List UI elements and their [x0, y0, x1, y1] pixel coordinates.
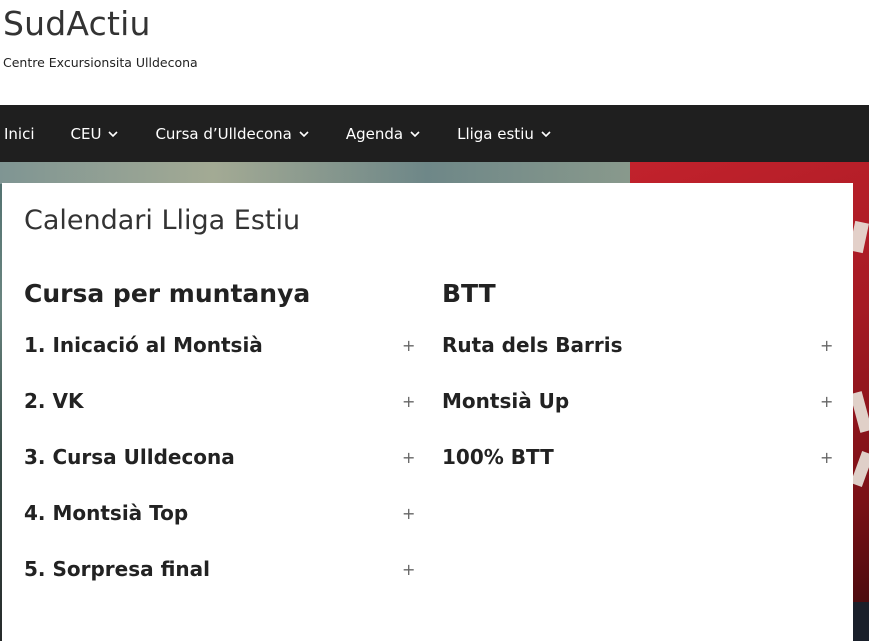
- nav-item-label: Agenda: [345, 124, 404, 143]
- plus-icon[interactable]: +: [402, 392, 415, 411]
- nav-item-label: Cursa d’Ulldecona: [155, 124, 292, 143]
- accordion-item[interactable]: 5. Sorpresa final +: [24, 541, 415, 597]
- accordion-list: Ruta dels Barris + Montsià Up + 100% BTT…: [442, 333, 833, 485]
- column-btt: BTT Ruta dels Barris + Montsià Up + 100%…: [442, 279, 833, 469]
- column-cursa-per-muntanya: Cursa per muntanya 1. Inicació al Montsi…: [24, 279, 415, 581]
- accordion-item[interactable]: 2. VK +: [24, 373, 415, 429]
- plus-icon[interactable]: +: [402, 504, 415, 523]
- accordion-item-label: Ruta dels Barris: [442, 333, 623, 357]
- plus-icon[interactable]: +: [820, 336, 833, 355]
- accordion-item-label: 5. Sorpresa final: [24, 557, 211, 581]
- accordion-item-label: 4. Montsià Top: [24, 501, 189, 525]
- accordion-item[interactable]: 100% BTT +: [442, 429, 833, 485]
- accordion-item[interactable]: Montsià Up +: [442, 373, 833, 429]
- plus-icon[interactable]: +: [402, 448, 415, 467]
- plus-icon[interactable]: +: [402, 560, 415, 579]
- accordion-item-label: 1. Inicació al Montsià: [24, 333, 263, 357]
- nav-item-label: Inici: [4, 124, 35, 143]
- accordion-item-label: Montsià Up: [442, 389, 570, 413]
- site-title[interactable]: SudActiu: [3, 4, 151, 43]
- main-nav: Inici CEU Cursa d’Ulldecona Agenda Lliga…: [0, 105, 869, 162]
- accordion-item[interactable]: 3. Cursa Ulldecona +: [24, 429, 415, 485]
- site-tagline: Centre Excursionsita Ulldecona: [3, 55, 198, 70]
- column-heading: BTT: [442, 279, 496, 308]
- plus-icon[interactable]: +: [820, 392, 833, 411]
- nav-item-cursa-ulldecona[interactable]: Cursa d’Ulldecona: [137, 105, 327, 162]
- site-header: SudActiu Centre Excursionsita Ulldecona: [0, 0, 869, 105]
- content-panel: Calendari Lliga Estiu Cursa per muntanya…: [2, 183, 853, 641]
- nav-item-label: Lliga estiu: [457, 124, 534, 143]
- nav-item-lliga-estiu[interactable]: Lliga estiu: [439, 105, 570, 162]
- plus-icon[interactable]: +: [402, 336, 415, 355]
- accordion-item-label: 100% BTT: [442, 445, 554, 469]
- nav-item-label: CEU: [70, 124, 102, 143]
- accordion-item[interactable]: Ruta dels Barris +: [442, 317, 833, 373]
- accordion-list: 1. Inicació al Montsià + 2. VK + 3. Curs…: [24, 333, 415, 597]
- chevron-down-icon: [541, 130, 551, 137]
- plus-icon[interactable]: +: [820, 448, 833, 467]
- accordion-item[interactable]: 1. Inicació al Montsià +: [24, 317, 415, 373]
- accordion-item-label: 2. VK: [24, 389, 84, 413]
- nav-item-ceu[interactable]: CEU: [53, 105, 138, 162]
- chevron-down-icon: [299, 130, 309, 137]
- column-heading: Cursa per muntanya: [24, 279, 311, 308]
- hero-sky: [0, 162, 640, 184]
- accordion-item-label: 3. Cursa Ulldecona: [24, 445, 235, 469]
- page-title: Calendari Lliga Estiu: [24, 205, 301, 236]
- nav-item-agenda[interactable]: Agenda: [328, 105, 439, 162]
- nav-item-inici[interactable]: Inici: [0, 105, 53, 162]
- chevron-down-icon: [410, 130, 420, 137]
- chevron-down-icon: [108, 130, 119, 137]
- accordion-item[interactable]: 4. Montsià Top +: [24, 485, 415, 541]
